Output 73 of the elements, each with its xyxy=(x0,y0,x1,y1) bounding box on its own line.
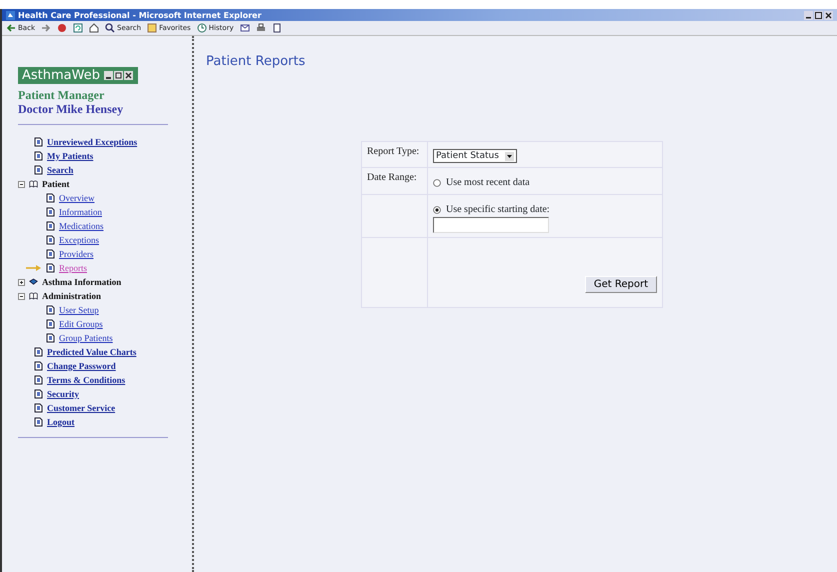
back-arrow-icon xyxy=(6,23,16,33)
nav-link[interactable]: Reports xyxy=(59,263,87,273)
page-icon xyxy=(46,235,55,245)
app-logo: AsthmaWeb xyxy=(18,67,138,84)
nav-link[interactable]: Providers xyxy=(59,249,94,259)
page-icon xyxy=(34,137,43,147)
close-icon[interactable] xyxy=(824,10,833,20)
nav-link[interactable]: My Patients xyxy=(47,151,94,161)
open-book-icon xyxy=(29,179,38,189)
page-icon[interactable] xyxy=(272,23,282,33)
page-icon xyxy=(46,207,55,217)
page-icon xyxy=(34,417,43,427)
nav-link[interactable]: Search xyxy=(47,165,74,175)
page-icon xyxy=(34,347,43,357)
house-icon[interactable] xyxy=(89,23,99,33)
nav-link[interactable]: User Setup xyxy=(59,305,99,315)
nav-link[interactable]: Medications xyxy=(59,221,104,231)
nav-link[interactable]: Terms & Conditions xyxy=(47,375,126,385)
nav-link[interactable]: Edit Groups xyxy=(59,319,103,329)
window-title: Health Care Professional - Microsoft Internet Explorer xyxy=(18,10,262,20)
nav-link[interactable]: Exceptions xyxy=(59,235,99,245)
tree-group-label[interactable]: Asthma Information xyxy=(42,277,122,287)
user-name: Doctor Mike Hensey xyxy=(18,102,124,116)
page-icon xyxy=(46,193,55,203)
date-input-field[interactable] xyxy=(433,217,549,233)
page-icon xyxy=(46,305,55,315)
search-icon xyxy=(105,23,115,33)
minimize-icon[interactable] xyxy=(804,10,813,20)
app-subtitle: Patient Manager xyxy=(18,88,106,102)
field-label: Report Type: xyxy=(367,146,420,157)
nav-link[interactable]: Customer Service xyxy=(47,403,116,413)
nav-link[interactable]: Logout xyxy=(47,417,75,427)
stop-icon[interactable] xyxy=(57,23,67,33)
open-book-icon xyxy=(29,291,38,301)
page-icon xyxy=(34,361,43,371)
dropdown-arrow-icon xyxy=(504,152,514,160)
page-icon xyxy=(46,249,55,259)
printer-icon[interactable] xyxy=(256,23,266,33)
page-heading: Patient Reports xyxy=(206,54,306,69)
nav-link[interactable]: Unreviewed Exceptions xyxy=(47,137,138,147)
collapse-icon[interactable] xyxy=(18,292,25,300)
nav-link[interactable]: Overview xyxy=(59,193,94,203)
page-icon xyxy=(46,221,55,231)
tree-group-label[interactable]: Patient xyxy=(42,179,70,189)
envelope-icon[interactable] xyxy=(240,23,250,33)
page-icon xyxy=(46,263,55,273)
expand-icon[interactable] xyxy=(18,278,25,286)
page-icon xyxy=(34,375,43,385)
radio-button[interactable] xyxy=(433,178,441,186)
nav-link[interactable]: Predicted Value Charts xyxy=(47,347,136,357)
nav-link[interactable]: Group Patients xyxy=(59,333,113,343)
tree-group-label[interactable]: Administration xyxy=(42,291,102,301)
browser-icon xyxy=(6,10,15,20)
nav-link[interactable]: Information xyxy=(59,207,102,217)
radio-button[interactable] xyxy=(433,206,441,214)
refresh-icon[interactable] xyxy=(73,23,83,33)
get-report-button[interactable]: Get Report xyxy=(584,276,657,293)
page-icon xyxy=(34,165,43,175)
nav-link[interactable]: Change Password xyxy=(47,361,116,371)
field-label: Date Range: xyxy=(367,172,417,183)
page-icon xyxy=(34,389,43,399)
page-icon xyxy=(46,319,55,329)
maximize-icon[interactable] xyxy=(814,10,823,20)
report-type-dropdown[interactable]: Patient Status xyxy=(433,149,517,163)
nav-link[interactable]: Security xyxy=(47,389,79,399)
page-icon xyxy=(34,151,43,161)
clock-icon xyxy=(196,23,207,33)
arrow-icon xyxy=(26,264,42,272)
page-icon xyxy=(46,333,55,343)
forward-arrow-icon[interactable] xyxy=(41,23,51,33)
collapse-icon[interactable] xyxy=(18,180,25,188)
page-icon xyxy=(34,403,43,413)
window-controls-icon xyxy=(104,70,134,80)
